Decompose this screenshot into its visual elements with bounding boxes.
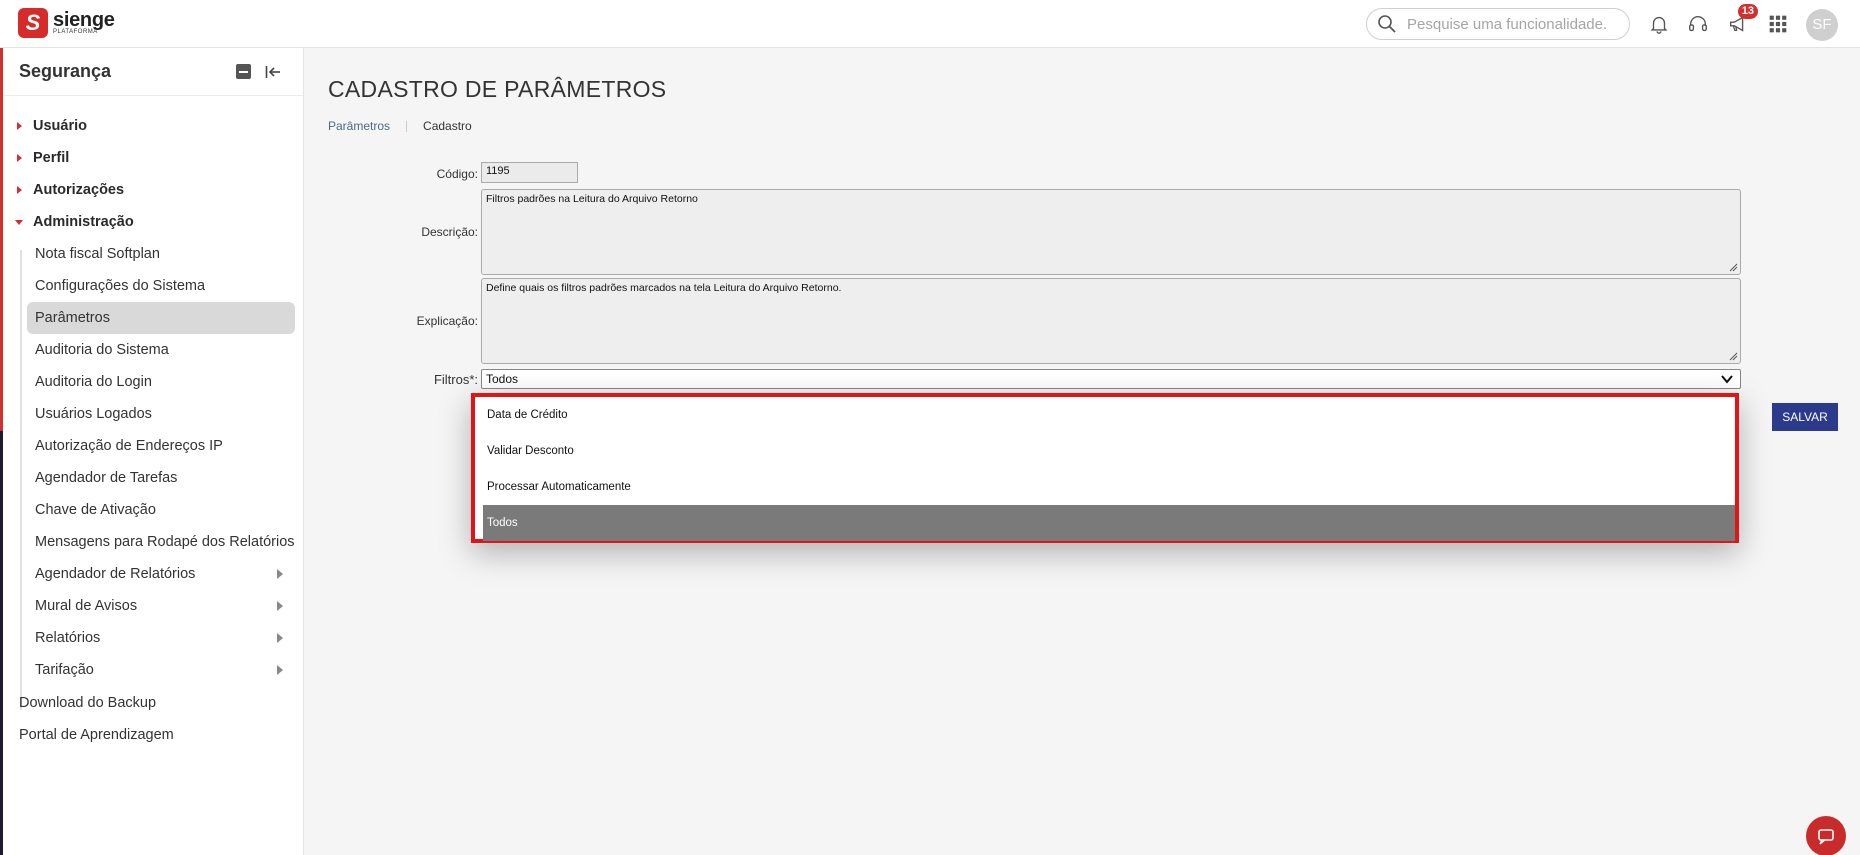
sidebar-item-relatorios[interactable]: Relatórios [3,622,303,654]
logo-mark: S [18,8,48,38]
sidebar-item-autorizacoes[interactable]: Autorizações [3,174,303,206]
sidebar-item-configuracoes[interactable]: Configurações do Sistema [3,270,303,302]
caret-right-icon [17,122,22,130]
sidebar-item-auditoria-login[interactable]: Auditoria do Login [3,366,303,398]
search-box[interactable] [1366,8,1630,40]
sidebar-item-parametros[interactable]: Parâmetros [27,302,295,334]
sidebar-item-perfil[interactable]: Perfil [3,142,303,174]
dropdown-option-data-credito[interactable]: Data de Crédito [483,397,1735,433]
sienge-logo[interactable]: S sienge PLATAFORMA [18,8,115,38]
sidebar-item-mensagens-rodape[interactable]: Mensagens para Rodapé dos Relatórios [3,526,303,558]
filtros-select[interactable]: Todos [481,369,1741,389]
bell-icon[interactable] [1647,12,1671,36]
top-bar: S sienge PLATAFORMA 13 SF [0,0,1860,48]
chat-help-button[interactable] [1806,816,1846,855]
filtros-label: Filtros*: [433,372,478,387]
descricao-textarea[interactable]: Filtros padrões na Leitura do Arquivo Re… [481,189,1741,275]
expand-arrow-icon [277,601,283,611]
breadcrumb-current: Cadastro [423,119,472,133]
resize-handle-icon[interactable] [1729,263,1738,272]
sidebar-item-download-backup[interactable]: Download do Backup [3,687,303,719]
codigo-field[interactable]: 1195 [481,162,578,183]
sidebar-item-autorizacao-ip[interactable]: Autorização de Endereços IP [3,430,303,462]
megaphone-icon[interactable]: 13 [1726,4,1758,36]
search-input[interactable] [1407,15,1622,33]
sidebar-item-agendador-tarefas[interactable]: Agendador de Tarefas [3,462,303,494]
caret-right-icon [17,186,22,194]
expand-arrow-icon [277,665,283,675]
collapse-sidebar-icon[interactable] [265,65,281,79]
apps-grid-icon[interactable] [1766,12,1790,36]
sidebar-item-nota-fiscal[interactable]: Nota fiscal Softplan [3,238,303,270]
notifications-badge: 13 [1737,4,1758,19]
explicacao-label: Explicação: [416,314,478,328]
sidebar-item-usuarios-logados[interactable]: Usuários Logados [3,398,303,430]
collapse-all-icon[interactable] [236,64,251,79]
sidebar-header: Segurança [3,48,303,96]
chat-icon [1818,829,1834,845]
breadcrumb-parametros[interactable]: Parâmetros [328,119,390,133]
explicacao-textarea[interactable]: Define quais os filtros padrões marcados… [481,278,1741,364]
breadcrumb: Parâmetros Cadastro [328,119,472,133]
filtros-dropdown-list: Data de Crédito Validar Desconto Process… [471,393,1739,543]
codigo-label: Código: [436,167,478,181]
avatar[interactable]: SF [1806,9,1838,41]
sidebar-item-auditoria-sistema[interactable]: Auditoria do Sistema [3,334,303,366]
sidebar-item-chave-ativacao[interactable]: Chave de Ativação [3,494,303,526]
sidebar-item-portal-aprendizagem[interactable]: Portal de Aprendizagem [3,719,303,751]
caret-right-icon [17,154,22,162]
dropdown-option-validar-desconto[interactable]: Validar Desconto [483,433,1735,469]
expand-arrow-icon [277,569,283,579]
page-title: CADASTRO DE PARÂMETROS [328,76,667,102]
save-button[interactable]: SALVAR [1772,403,1838,431]
logo-name: sienge [53,9,115,31]
headset-icon[interactable] [1686,12,1710,36]
dropdown-option-processar-automaticamente[interactable]: Processar Automaticamente [483,469,1735,505]
chevron-down-icon [1721,375,1733,384]
sidebar-item-administracao[interactable]: Administração [3,206,303,238]
sidebar-item-agendador-relatorios[interactable]: Agendador de Relatórios [3,558,303,590]
descricao-label: Descrição: [421,225,478,239]
sidebar-item-mural-avisos[interactable]: Mural de Avisos [3,590,303,622]
resize-handle-icon[interactable] [1729,352,1738,361]
caret-down-icon [15,219,23,225]
breadcrumb-separator [406,120,408,132]
sidebar: Segurança Usuário Perfil Autorizações Ad… [3,48,304,855]
sidebar-item-usuario[interactable]: Usuário [3,110,303,142]
sidebar-item-tarifacao[interactable]: Tarifação [3,654,303,686]
expand-arrow-icon [277,633,283,643]
sidebar-title: Segurança [19,61,112,81]
search-icon [1378,15,1396,33]
dropdown-option-todos[interactable]: Todos [483,505,1735,541]
